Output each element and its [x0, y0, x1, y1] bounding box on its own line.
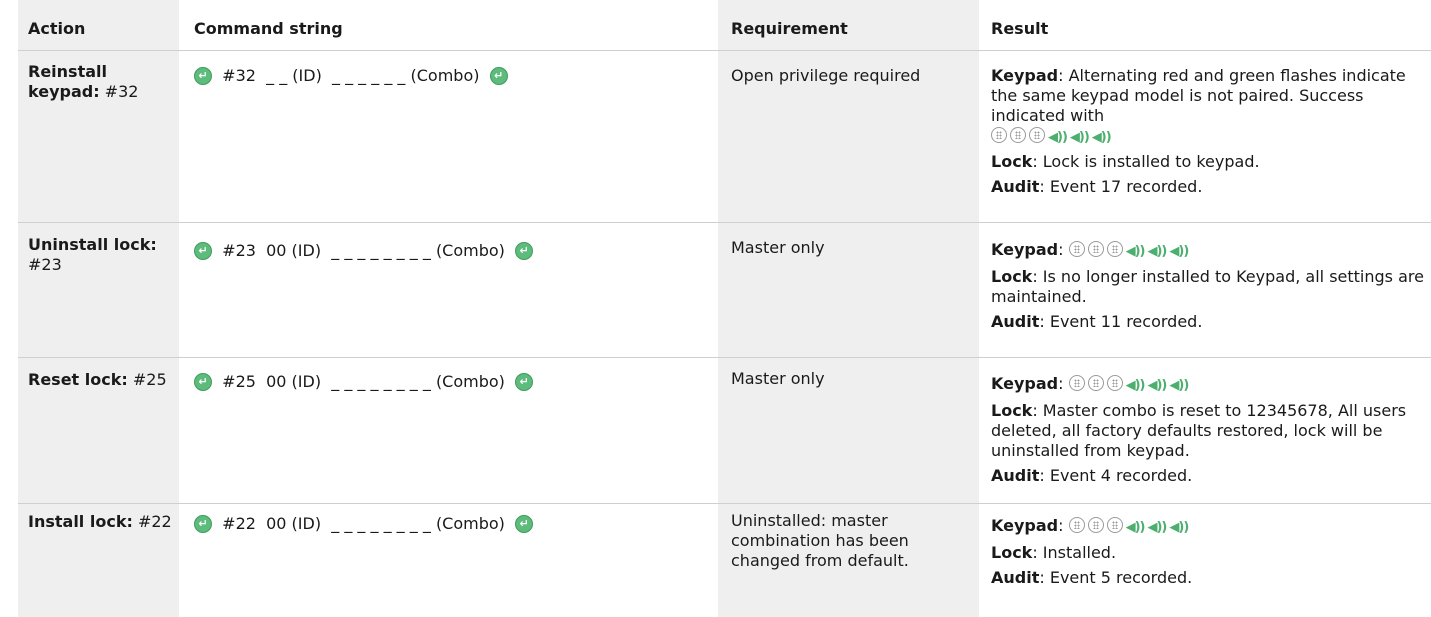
header-requirement: Requirement: [731, 19, 848, 38]
keypad-button-icon: [1087, 517, 1104, 533]
keypad-button-icon: [1087, 375, 1104, 391]
action-code: #32: [99, 82, 139, 101]
beep-icon: ◀)): [1169, 244, 1189, 259]
audit-label: Audit: [991, 568, 1040, 587]
enter-key-icon: ↵: [194, 515, 212, 533]
audit-text: : Event 5 recorded.: [1039, 568, 1193, 587]
command-text: #25 00 (ID) _ _ _ _ _ _ _ _ (Combo): [222, 372, 505, 391]
keypad-label: Keypad: [991, 66, 1059, 85]
keypad-button-icon: [1068, 375, 1085, 391]
action-code: #23: [28, 255, 62, 274]
keypad-button-icon: [1106, 375, 1123, 391]
enter-key-icon: ↵: [194, 373, 212, 391]
keypad-label: Keypad: [991, 374, 1059, 393]
requirement: Master only: [731, 238, 825, 257]
command-text: #23 00 (ID) _ _ _ _ _ _ _ _ (Combo): [222, 241, 505, 260]
keypad-text: :: [1058, 240, 1064, 259]
beep-icon: ◀)): [1169, 378, 1189, 393]
table-row-action: Reinstall keypad: #32: [28, 62, 173, 102]
keypad-label: Keypad: [991, 516, 1059, 535]
enter-key-icon: ↵: [194, 242, 212, 260]
keypad-text: :: [1058, 374, 1064, 393]
beep-icon: ◀)): [1069, 130, 1090, 145]
row-separator: [18, 357, 1431, 358]
row-separator: [18, 50, 1431, 51]
action-name: Reset lock:: [28, 370, 128, 389]
lock-label: Lock: [991, 267, 1033, 286]
enter-key-icon: ↵: [489, 67, 508, 85]
action-name: Reinstall keypad:: [28, 62, 107, 101]
command-string: ↵ #23 00 (ID) _ _ _ _ _ _ _ _ (Combo) ↵: [194, 241, 534, 261]
enter-key-icon: ↵: [194, 67, 212, 85]
command-string: ↵ #32 _ _ (ID) _ _ _ _ _ _ (Combo) ↵: [194, 66, 508, 86]
enter-key-icon: ↵: [515, 242, 534, 260]
requirement: Open privilege required: [731, 66, 921, 85]
table-row-action: Reset lock: #25: [28, 370, 178, 390]
header-action: Action: [28, 19, 86, 38]
keypad-button-icon: [991, 127, 1007, 143]
beep-icon: ◀)): [1147, 244, 1167, 259]
result: Keypad: ◀)) ◀)) ◀)) Lock: Master combo is …: [991, 374, 1431, 491]
beep-icon: ◀)): [1048, 130, 1068, 145]
action-code: #25: [127, 370, 167, 389]
result: Keypad: ◀)) ◀)) ◀)) Lock: Is no longer ins…: [991, 240, 1431, 337]
beep-icon: ◀)): [1147, 520, 1167, 535]
beep-icon: ◀)): [1169, 520, 1189, 535]
command-string: ↵ #22 00 (ID) _ _ _ _ _ _ _ _ (Combo) ↵: [194, 514, 534, 534]
table-row-action: Install lock: #22: [28, 512, 183, 532]
beep-icon: ◀)): [1125, 244, 1146, 259]
lock-text: : Is no longer installed to Keypad, all …: [991, 267, 1424, 306]
audit-text: : Event 17 recorded.: [1039, 177, 1203, 196]
table-row-action: Uninstall lock: #23: [28, 235, 173, 275]
keypad-text: :: [1058, 516, 1064, 535]
beep-icon: ◀)): [1091, 130, 1112, 145]
audit-label: Audit: [991, 177, 1040, 196]
result: Keypad: Alternating red and green flashe…: [991, 66, 1431, 202]
command-string: ↵ #25 00 (ID) _ _ _ _ _ _ _ _ (Combo) ↵: [194, 372, 534, 392]
command-text: #22 00 (ID) _ _ _ _ _ _ _ _ (Combo): [222, 514, 505, 533]
requirement: Master only: [731, 369, 825, 388]
row-separator: [18, 222, 1431, 223]
beep-icon: ◀)): [1125, 378, 1146, 393]
beep-icon: ◀)): [1125, 520, 1146, 535]
keypad-button-icon: [1106, 517, 1123, 533]
beep-icon: ◀)): [1147, 378, 1167, 393]
enter-key-icon: ↵: [515, 515, 534, 533]
keypad-button-icon: [1106, 241, 1123, 257]
action-code: #22: [132, 512, 172, 531]
audit-text: : Event 11 recorded.: [1039, 312, 1203, 331]
result: Keypad: ◀)) ◀)) ◀)) Lock: Installed. Audit…: [991, 516, 1431, 593]
keypad-button-icon: [1010, 127, 1026, 143]
keypad-button-icon: [1068, 517, 1085, 533]
command-text: #32 _ _ (ID) _ _ _ _ _ _ (Combo): [222, 66, 480, 85]
lock-label: Lock: [991, 401, 1033, 420]
keypad-label: Keypad: [991, 240, 1059, 259]
lock-text: : Lock is installed to keypad.: [1032, 152, 1260, 171]
header-command: Command string: [194, 19, 343, 38]
keypad-button-icon: [1087, 241, 1104, 257]
lock-text: : Master combo is reset to 12345678, All…: [991, 401, 1407, 460]
action-name: Install lock:: [28, 512, 133, 531]
action-name: Uninstall lock:: [28, 235, 157, 254]
header-result: Result: [991, 19, 1049, 38]
row-separator: [18, 503, 1431, 504]
lock-label: Lock: [991, 152, 1033, 171]
keypad-button-icon: [1068, 241, 1085, 257]
keypad-button-icon: [1029, 127, 1045, 143]
audit-label: Audit: [991, 466, 1040, 485]
lock-label: Lock: [991, 543, 1033, 562]
audit-text: : Event 4 recorded.: [1039, 466, 1193, 485]
enter-key-icon: ↵: [515, 373, 534, 391]
lock-text: : Installed.: [1032, 543, 1117, 562]
requirement: Uninstalled: master combination has been…: [731, 511, 909, 570]
audit-label: Audit: [991, 312, 1040, 331]
